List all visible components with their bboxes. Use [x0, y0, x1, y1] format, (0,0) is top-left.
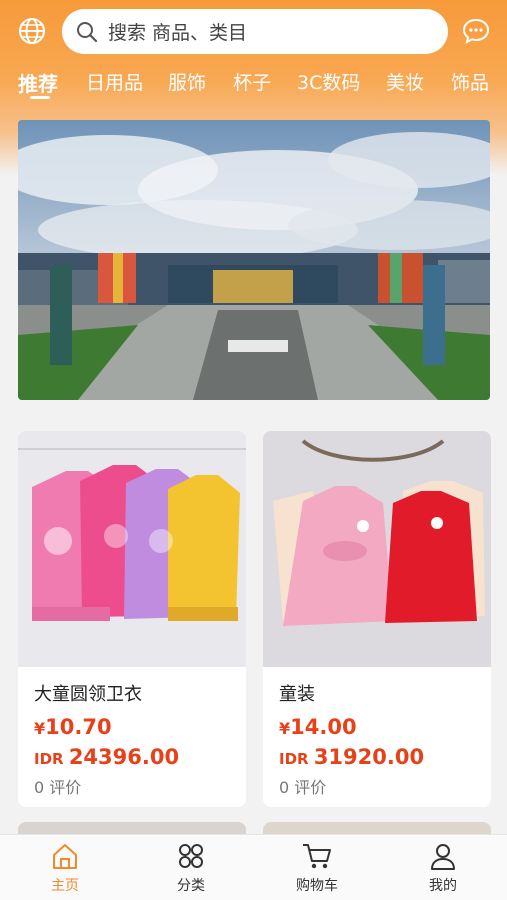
tab-recommend[interactable]: 推荐 — [18, 68, 58, 97]
category-icon — [179, 844, 203, 868]
bottom-tab-bar: 主页 分类 购物车 我的 — [0, 834, 507, 900]
product-name: 大童圆领卫衣 — [34, 684, 142, 705]
search-bar[interactable]: 搜索 商品、类目 — [62, 9, 448, 54]
tab-home-label: 主页 — [51, 878, 79, 894]
search-icon — [77, 21, 98, 42]
tab-profile[interactable]: 我的 — [403, 841, 483, 895]
product-price-idr: IDR 31920.00 — [279, 745, 425, 769]
tab-accessories[interactable]: 饰品 — [451, 68, 489, 95]
product-card[interactable]: 童装 ¥14.00 IDR 31920.00 0 评价 — [263, 431, 491, 807]
product-reviews: 0 评价 — [34, 778, 82, 797]
category-tabs: 推荐 日用品 服饰 杯子 3C数码 美妆 饰品 — [0, 62, 507, 106]
search-placeholder: 搜索 商品、类目 — [108, 22, 248, 44]
tab-home[interactable]: 主页 — [25, 841, 105, 895]
tab-apparel[interactable]: 服饰 — [168, 68, 206, 95]
tab-makeup[interactable]: 美妆 — [386, 68, 424, 95]
product-card[interactable]: 大童圆领卫衣 ¥10.70 IDR 24396.00 0 评价 — [18, 431, 246, 807]
product-price: ¥14.00 — [279, 715, 357, 739]
active-tab-indicator — [30, 96, 50, 99]
product-image — [263, 431, 491, 667]
top-bar: 搜索 商品、类目 — [0, 0, 507, 64]
product-image — [18, 431, 246, 667]
product-reviews: 0 评价 — [279, 778, 327, 797]
message-icon[interactable] — [460, 15, 492, 47]
tab-cart-label: 购物车 — [296, 878, 338, 894]
home-icon — [53, 844, 77, 869]
user-icon — [431, 844, 455, 870]
tab-electronics[interactable]: 3C数码 — [297, 68, 360, 95]
product-name: 童装 — [279, 684, 315, 705]
tab-category-label: 分类 — [177, 878, 205, 894]
tab-daily[interactable]: 日用品 — [86, 68, 143, 95]
product-price: ¥10.70 — [34, 715, 112, 739]
tab-cups[interactable]: 杯子 — [233, 68, 271, 95]
tab-profile-label: 我的 — [429, 878, 457, 894]
globe-icon[interactable] — [16, 15, 48, 47]
banner-image[interactable] — [18, 120, 490, 400]
tab-cart[interactable]: 购物车 — [277, 841, 357, 895]
tab-category[interactable]: 分类 — [151, 841, 231, 895]
cart-icon — [303, 844, 331, 869]
product-price-idr: IDR 24396.00 — [34, 745, 180, 769]
